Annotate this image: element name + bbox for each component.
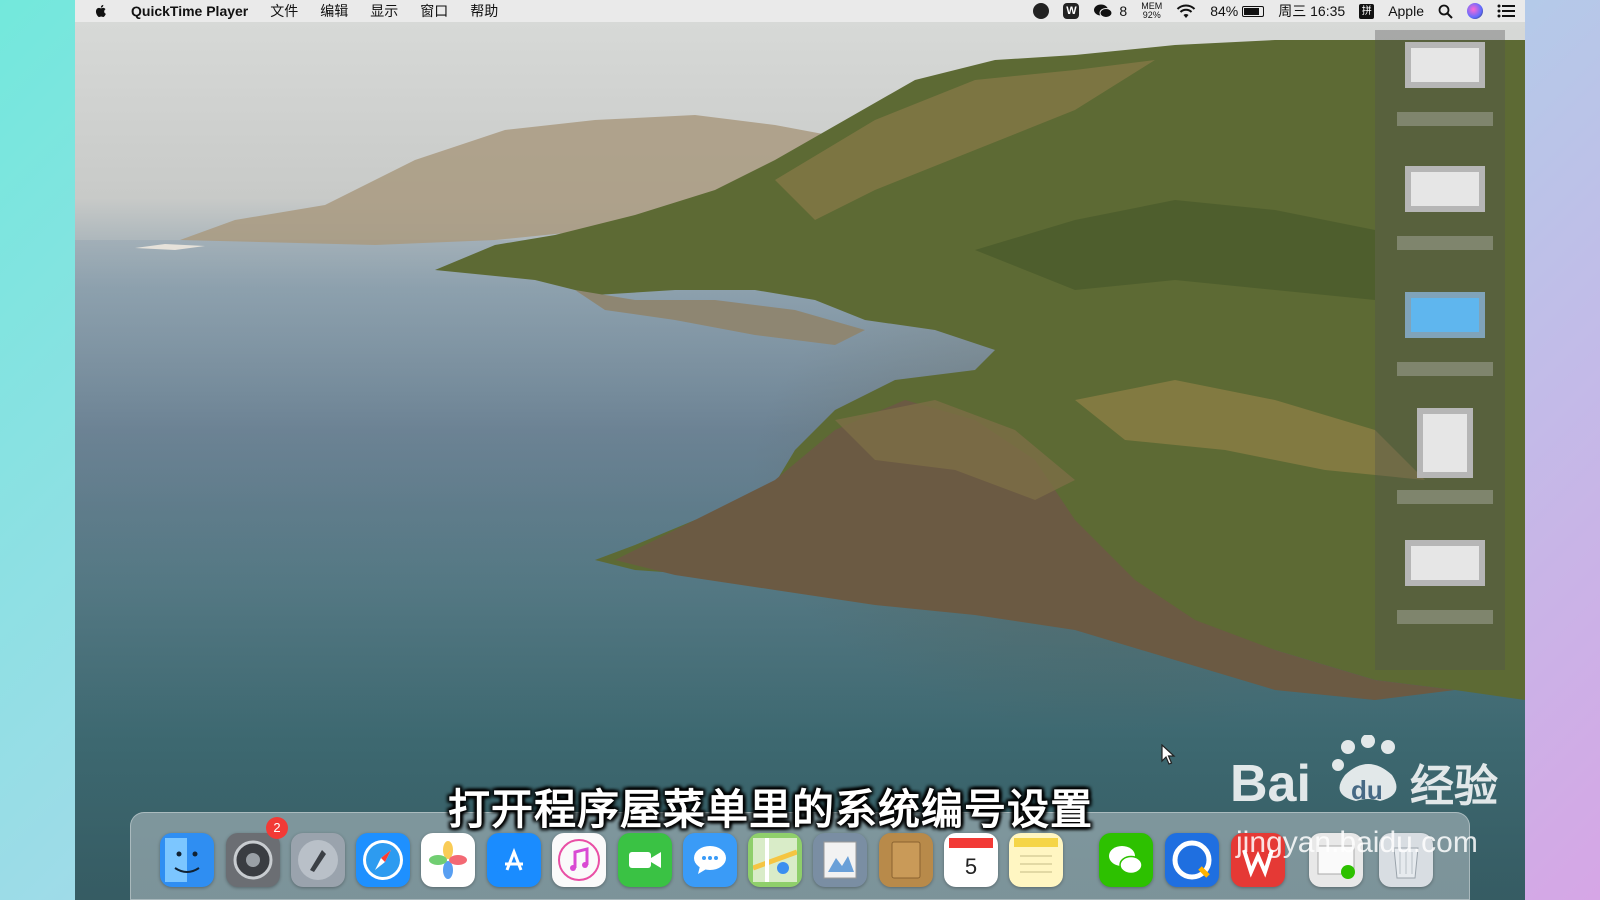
desktop-file-icon[interactable] — [1405, 540, 1485, 586]
wechat-icon[interactable] — [1099, 833, 1153, 887]
wifi-status-item[interactable] — [1176, 4, 1196, 19]
video-subtitle: 打开程序屋菜单里的系统编号设置 — [448, 785, 1094, 834]
notes-icon[interactable] — [1009, 833, 1063, 887]
apple-menu-icon[interactable] — [93, 3, 109, 19]
desktop-document-icon[interactable] — [1417, 408, 1473, 478]
preview-icon[interactable] — [813, 833, 867, 887]
desktop-file-icon[interactable] — [1405, 42, 1485, 88]
input-method-icon: 拼 — [1359, 3, 1375, 19]
wechat-icon-glyph — [1109, 846, 1143, 875]
battery-percent: 84% — [1210, 3, 1239, 19]
wechat-status-icon — [1094, 4, 1113, 18]
mem-value: 92% — [1142, 10, 1161, 20]
memory-status-item[interactable]: MEM 92% — [1141, 2, 1162, 20]
photos-icon[interactable] — [421, 833, 475, 887]
desktop-file-icon[interactable] — [1405, 166, 1485, 212]
desktop-file-label — [1397, 362, 1493, 376]
wechat-count: 8 — [1119, 3, 1128, 19]
clock[interactable]: 周三 16:35 — [1278, 1, 1345, 21]
notefile-icon[interactable] — [879, 833, 933, 887]
input-method-status-item[interactable]: 拼 — [1359, 3, 1375, 19]
svg-text:经验: 经验 — [1410, 761, 1498, 812]
record-status-item[interactable] — [1033, 3, 1050, 19]
maps-icon[interactable] — [748, 833, 802, 887]
desktop-file-label — [1397, 610, 1493, 624]
app-name-menu[interactable]: QuickTime Player — [131, 3, 248, 19]
wechat-status-item[interactable]: 8 — [1093, 3, 1127, 19]
menu-help[interactable]: 帮助 — [470, 1, 498, 21]
calendar-icon-glyph: 5 — [949, 838, 993, 879]
desktop-files-pixelated — [1375, 30, 1505, 670]
user-menu[interactable]: Apple — [1388, 3, 1424, 19]
app-store-icon-glyph — [494, 840, 534, 880]
svg-text:du: du — [1351, 775, 1383, 805]
menu-view[interactable]: 显示 — [370, 1, 398, 21]
launchpad-icon[interactable] — [291, 833, 345, 887]
messages-icon[interactable] — [683, 833, 737, 887]
facetime-icon-glyph — [629, 852, 661, 868]
siri-status-item[interactable] — [1467, 3, 1483, 19]
wifi-icon — [1177, 4, 1196, 18]
notefile-icon-glyph — [891, 841, 921, 879]
baidu-jingyan-watermark-logo: Bai du 经验 — [1230, 735, 1498, 813]
notification-center-icon — [1497, 4, 1515, 18]
safari-icon-glyph — [363, 840, 403, 880]
launchpad-icon-glyph — [298, 840, 338, 880]
mouse-cursor-icon — [1161, 744, 1176, 765]
battery-status-item[interactable]: 84% — [1210, 3, 1265, 19]
messages-icon-glyph — [694, 846, 726, 874]
system-preferences-icon-glyph — [233, 840, 273, 880]
calendar-icon[interactable]: 5 — [944, 833, 998, 887]
system-preferences-icon[interactable] — [226, 833, 280, 887]
app-store-icon[interactable] — [487, 833, 541, 887]
spotlight-status-item[interactable] — [1438, 4, 1453, 19]
svg-text:5: 5 — [965, 854, 977, 879]
wps-menu-icon: W — [1063, 3, 1080, 19]
desktop-file-label — [1397, 236, 1493, 250]
qq-browser-icon-glyph — [1172, 840, 1212, 880]
watermark-url: jingyan.baidu.com — [1236, 826, 1478, 859]
facetime-icon[interactable] — [618, 833, 672, 887]
stop-record-icon — [1033, 3, 1050, 19]
svg-text:Bai: Bai — [1230, 755, 1311, 813]
battery-level-fill — [1244, 7, 1259, 15]
finder-icon-glyph — [165, 838, 209, 882]
menu-edit[interactable]: 编辑 — [320, 1, 348, 21]
qq-browser-icon[interactable] — [1165, 833, 1219, 887]
notification-badge: 2 — [266, 817, 288, 839]
notification-center-status-item[interactable] — [1497, 4, 1515, 18]
siri-icon — [1467, 3, 1483, 19]
menu-file[interactable]: 文件 — [270, 1, 298, 21]
finder-icon[interactable] — [160, 833, 214, 887]
maps-icon-glyph — [753, 838, 797, 882]
desktop-file-label — [1397, 490, 1493, 504]
itunes-icon-glyph — [558, 839, 600, 881]
preview-icon-glyph — [823, 841, 857, 879]
notes-icon-glyph — [1014, 838, 1058, 873]
desktop-file-label — [1397, 112, 1493, 126]
menu-bar: QuickTime Player 文件 编辑 显示 窗口 帮助 W 8 MEM … — [75, 0, 1525, 22]
search-icon — [1438, 4, 1453, 19]
safari-icon[interactable] — [356, 833, 410, 887]
desktop-folder-icon[interactable] — [1405, 292, 1485, 338]
battery-icon — [1242, 5, 1265, 17]
menu-window[interactable]: 窗口 — [420, 1, 448, 21]
wps-status-item[interactable]: W — [1063, 3, 1080, 19]
photos-icon-glyph — [429, 841, 467, 879]
itunes-icon[interactable] — [552, 833, 606, 887]
